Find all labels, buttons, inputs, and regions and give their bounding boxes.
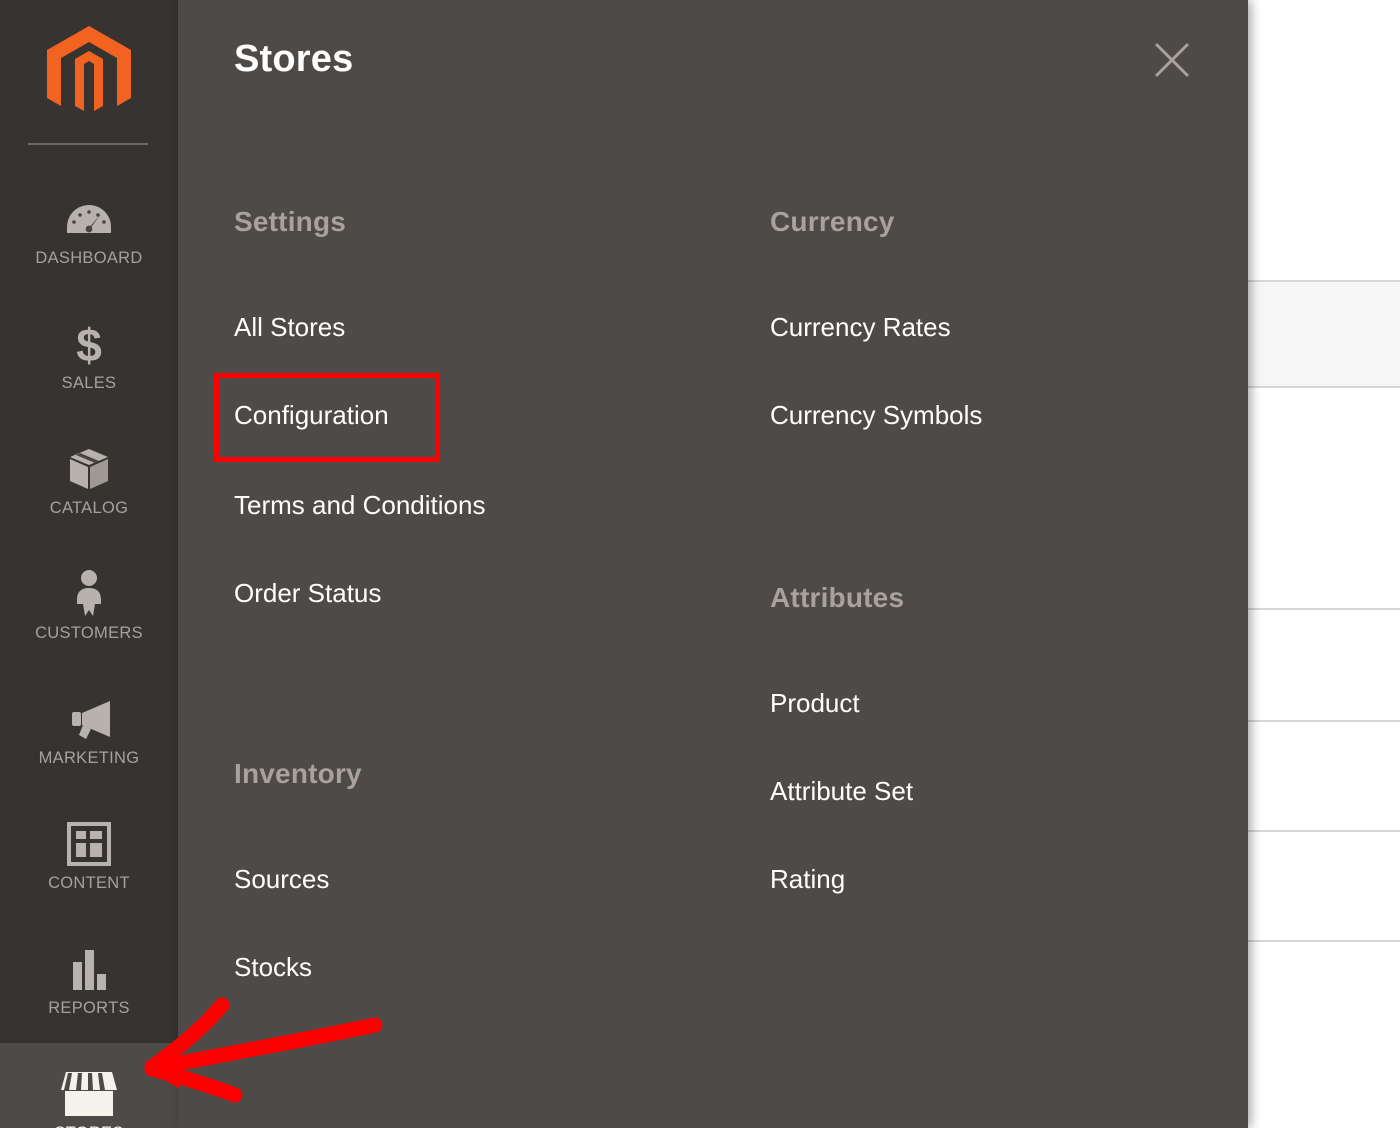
stores-flyout-panel: Stores Settings All Stores Configuration… bbox=[178, 0, 1248, 1128]
magento-admin-screen: DASHBOARD $ SALES CATALOG CUSTOMERS MARK… bbox=[0, 0, 1400, 1128]
sidebar-item-label: REPORTS bbox=[48, 999, 130, 1017]
box-icon bbox=[68, 443, 110, 495]
sidebar-item-label: STORES bbox=[54, 1124, 123, 1128]
sidebar-divider bbox=[28, 143, 148, 145]
sidebar-item-label: SALES bbox=[61, 374, 117, 392]
menu-item-order-status[interactable]: Order Status bbox=[234, 580, 381, 606]
menu-group-title-attributes: Attributes bbox=[770, 582, 905, 613]
flyout-menu-columns: Settings All Stores Configuration Terms … bbox=[178, 150, 1248, 1050]
gauge-icon bbox=[66, 193, 112, 245]
menu-group-title-settings: Settings bbox=[234, 206, 347, 237]
dollar-icon: $ bbox=[72, 318, 106, 370]
storefront-icon bbox=[60, 1068, 118, 1120]
menu-group-title-inventory: Inventory bbox=[234, 758, 362, 789]
menu-item-sources[interactable]: Sources bbox=[234, 866, 329, 892]
sidebar-item-marketing[interactable]: MARKETING bbox=[0, 668, 178, 793]
close-icon bbox=[1154, 42, 1190, 78]
menu-item-stocks[interactable]: Stocks bbox=[234, 954, 312, 980]
sidebar-item-reports[interactable]: REPORTS bbox=[0, 918, 178, 1043]
menu-item-rating[interactable]: Rating bbox=[770, 866, 845, 892]
menu-item-terms-and-conditions[interactable]: Terms and Conditions bbox=[234, 492, 485, 518]
menu-item-product[interactable]: Product bbox=[770, 690, 860, 716]
layout-icon bbox=[67, 818, 111, 870]
svg-text:$: $ bbox=[76, 320, 102, 368]
magento-logo-icon bbox=[47, 26, 131, 111]
person-icon bbox=[73, 568, 105, 620]
sidebar-item-sales[interactable]: $ SALES bbox=[0, 293, 178, 418]
close-button[interactable] bbox=[1148, 36, 1196, 84]
menu-item-currency-rates[interactable]: Currency Rates bbox=[770, 314, 951, 340]
sidebar-item-customers[interactable]: CUSTOMERS bbox=[0, 543, 178, 668]
bar-chart-icon bbox=[69, 943, 109, 995]
background-row-divider bbox=[1248, 830, 1400, 832]
page-title: Stores bbox=[234, 38, 354, 80]
magento-logo[interactable] bbox=[0, 26, 178, 118]
background-row-divider bbox=[1248, 608, 1400, 610]
sidebar-item-label: CUSTOMERS bbox=[35, 624, 143, 642]
menu-item-currency-symbols[interactable]: Currency Symbols bbox=[770, 402, 982, 428]
sidebar-item-label: DASHBOARD bbox=[35, 249, 143, 267]
menu-group-title-currency: Currency bbox=[770, 206, 895, 237]
sidebar-item-label: MARKETING bbox=[38, 749, 140, 767]
background-row-divider bbox=[1248, 940, 1400, 942]
sidebar-item-content[interactable]: CONTENT bbox=[0, 793, 178, 918]
admin-sidebar: DASHBOARD $ SALES CATALOG CUSTOMERS MARK… bbox=[0, 0, 178, 1128]
background-highlight-row bbox=[1248, 280, 1400, 388]
background-content-area bbox=[1248, 0, 1400, 1128]
sidebar-item-catalog[interactable]: CATALOG bbox=[0, 418, 178, 543]
sidebar-item-stores[interactable]: STORES bbox=[0, 1043, 178, 1128]
sidebar-item-label: CATALOG bbox=[49, 499, 129, 517]
sidebar-item-label: CONTENT bbox=[48, 874, 130, 892]
sidebar-nav-list: DASHBOARD $ SALES CATALOG CUSTOMERS MARK… bbox=[0, 168, 178, 1128]
megaphone-icon bbox=[66, 693, 112, 745]
sidebar-item-dashboard[interactable]: DASHBOARD bbox=[0, 168, 178, 293]
menu-item-configuration[interactable]: Configuration bbox=[234, 402, 389, 428]
menu-item-attribute-set[interactable]: Attribute Set bbox=[770, 778, 913, 804]
menu-item-all-stores[interactable]: All Stores bbox=[234, 314, 345, 340]
background-row-divider bbox=[1248, 720, 1400, 722]
